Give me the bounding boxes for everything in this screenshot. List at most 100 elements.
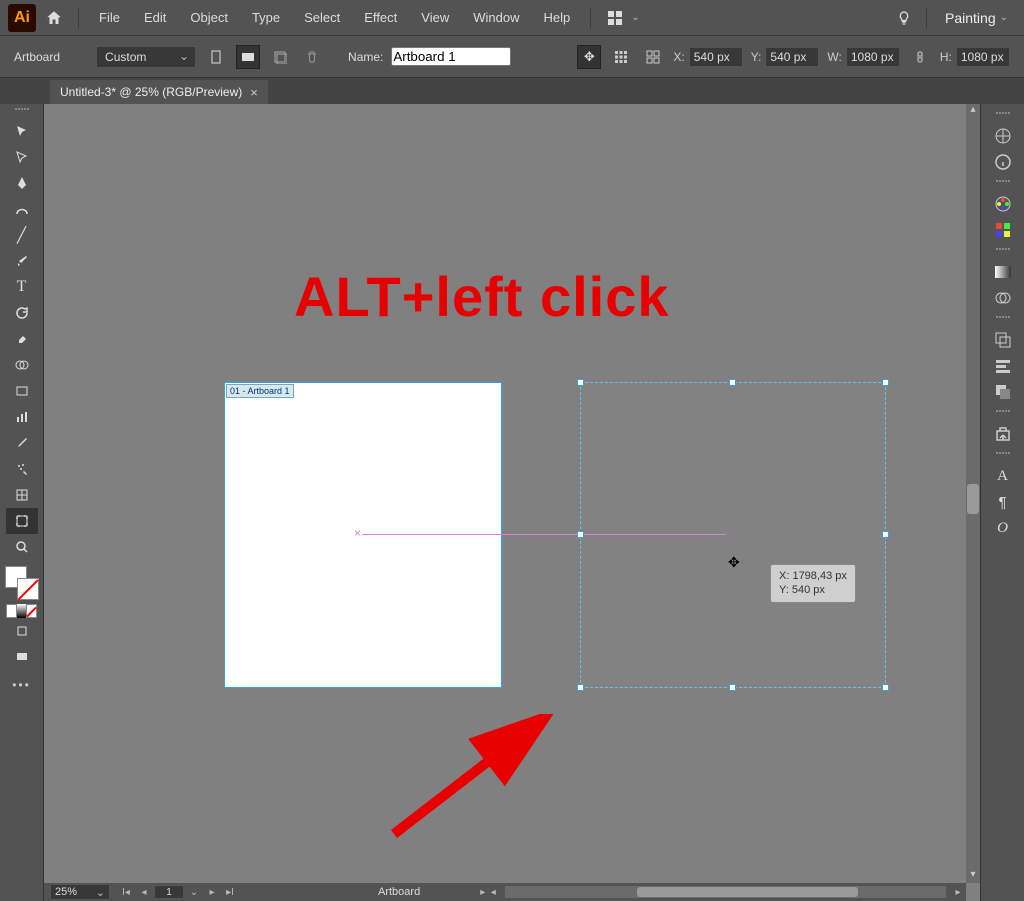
w-input[interactable] bbox=[846, 47, 900, 67]
scroll-down-icon[interactable]: ▾ bbox=[966, 869, 980, 883]
app-logo: Ai bbox=[8, 4, 36, 32]
artboard-options-icon[interactable] bbox=[641, 45, 665, 69]
menu-effect[interactable]: Effect bbox=[354, 6, 407, 29]
menu-window[interactable]: Window bbox=[463, 6, 529, 29]
zoom-tool-icon[interactable] bbox=[6, 534, 38, 560]
menu-file[interactable]: File bbox=[89, 6, 130, 29]
color-guide-panel-icon[interactable] bbox=[988, 124, 1018, 148]
edit-toolbar-icon[interactable]: ••• bbox=[12, 678, 31, 692]
workspace-switcher[interactable]: Painting ⌄ bbox=[937, 6, 1016, 30]
draw-mode-icon[interactable] bbox=[6, 618, 38, 644]
align-panel-icon[interactable] bbox=[988, 354, 1018, 378]
artboard-preset-dropdown[interactable]: Custom bbox=[96, 46, 196, 68]
selection-tool-icon[interactable] bbox=[6, 118, 38, 144]
pathfinder-panel-icon[interactable] bbox=[988, 380, 1018, 404]
chevron-down-icon: ⌄ bbox=[1000, 12, 1008, 23]
type-tool-icon[interactable]: T bbox=[6, 274, 38, 300]
name-label: Name: bbox=[348, 50, 383, 64]
tab-title: Untitled-3* @ 25% (RGB/Preview) bbox=[60, 85, 242, 99]
menu-help[interactable]: Help bbox=[533, 6, 580, 29]
eraser-tool-icon[interactable] bbox=[6, 326, 38, 352]
move-artwork-with-artboard-icon[interactable]: ✥ bbox=[577, 45, 601, 69]
screen-mode-icon[interactable] bbox=[6, 644, 38, 670]
transform-panel-icon[interactable] bbox=[988, 328, 1018, 352]
paragraph-panel-icon[interactable]: ¶ bbox=[988, 490, 1018, 514]
libraries-panel-icon[interactable] bbox=[988, 422, 1018, 446]
scroll-up-icon[interactable]: ▴ bbox=[966, 104, 980, 118]
info-panel-icon[interactable] bbox=[988, 150, 1018, 174]
annotation-text: ALT+left click bbox=[294, 264, 670, 329]
close-icon[interactable]: × bbox=[250, 85, 258, 100]
line-segment-tool-icon[interactable]: ╱ bbox=[6, 222, 38, 248]
constrain-proportions-icon[interactable] bbox=[908, 45, 932, 69]
character-panel-icon[interactable]: A bbox=[988, 464, 1018, 488]
scroll-left-icon[interactable]: ◂ bbox=[485, 885, 501, 899]
document-tab[interactable]: Untitled-3* @ 25% (RGB/Preview) × bbox=[50, 80, 268, 104]
scroll-thumb[interactable] bbox=[967, 484, 979, 514]
opentype-panel-icon[interactable]: O bbox=[988, 516, 1018, 540]
w-label: W: bbox=[827, 50, 841, 64]
stroke-swatch[interactable] bbox=[17, 578, 39, 600]
transparency-panel-icon[interactable] bbox=[988, 286, 1018, 310]
y-input[interactable] bbox=[765, 47, 819, 67]
artboard-index-input[interactable] bbox=[154, 885, 184, 899]
delete-artboard-icon[interactable] bbox=[300, 45, 324, 69]
menu-select[interactable]: Select bbox=[294, 6, 350, 29]
move-cursor-icon: ✥ bbox=[728, 554, 740, 571]
symbol-sprayer-tool-icon[interactable] bbox=[6, 456, 38, 482]
menu-type[interactable]: Type bbox=[242, 6, 290, 29]
curvature-tool-icon[interactable] bbox=[6, 196, 38, 222]
search-help-icon[interactable] bbox=[892, 6, 916, 30]
rotate-tool-icon[interactable] bbox=[6, 300, 38, 326]
tooltip-y: Y: 540 px bbox=[779, 583, 847, 597]
color-mode-icons[interactable] bbox=[6, 604, 38, 618]
color-panel-icon[interactable] bbox=[988, 192, 1018, 216]
horizontal-scrollbar[interactable] bbox=[505, 886, 946, 898]
direct-selection-tool-icon[interactable] bbox=[6, 144, 38, 170]
menu-object[interactable]: Object bbox=[180, 6, 238, 29]
x-label: X: bbox=[673, 50, 684, 64]
home-icon[interactable] bbox=[40, 4, 68, 32]
artboard-tool-icon[interactable] bbox=[6, 508, 38, 534]
document-tabs: Untitled-3* @ 25% (RGB/Preview) × bbox=[0, 78, 1024, 104]
menubar: Ai File Edit Object Type Select Effect V… bbox=[0, 0, 1024, 36]
fill-stroke-swatches[interactable] bbox=[5, 566, 39, 600]
zoom-dropdown[interactable]: 25% bbox=[50, 884, 110, 900]
y-label: Y: bbox=[751, 50, 762, 64]
slice-tool-icon[interactable] bbox=[6, 482, 38, 508]
artboard-name-input[interactable] bbox=[391, 47, 511, 66]
gradient-panel-icon[interactable] bbox=[988, 260, 1018, 284]
shape-builder-tool-icon[interactable] bbox=[6, 352, 38, 378]
prev-artboard-icon[interactable]: ◂ bbox=[136, 885, 152, 899]
canvas[interactable]: 01 - Artboard 1 ✥ X: 1798,43 px Y: 540 p… bbox=[44, 104, 980, 901]
reference-point-icon[interactable] bbox=[609, 45, 633, 69]
first-artboard-icon[interactable]: I◂ bbox=[118, 885, 134, 899]
paintbrush-tool-icon[interactable] bbox=[6, 248, 38, 274]
rectangle-tool-icon[interactable] bbox=[6, 378, 38, 404]
scroll-right-icon[interactable]: ▸ bbox=[950, 885, 966, 899]
last-artboard-icon[interactable]: ▸I bbox=[222, 885, 238, 899]
pen-tool-icon[interactable] bbox=[6, 170, 38, 196]
orientation-landscape-icon[interactable] bbox=[236, 45, 260, 69]
vertical-scrollbar[interactable]: ▴ ▾ bbox=[966, 104, 980, 883]
artboard-1[interactable]: 01 - Artboard 1 bbox=[224, 382, 502, 688]
h-input[interactable] bbox=[956, 47, 1010, 67]
new-artboard-icon[interactable] bbox=[268, 45, 292, 69]
chevron-down-icon: ⌄ bbox=[631, 12, 639, 23]
scroll-thumb[interactable] bbox=[637, 887, 857, 897]
menu-view[interactable]: View bbox=[411, 6, 459, 29]
next-artboard-icon[interactable]: ▸ bbox=[204, 885, 220, 899]
position-tooltip: X: 1798,43 px Y: 540 px bbox=[770, 564, 856, 603]
x-input[interactable] bbox=[689, 47, 743, 67]
artboard-index-chevron-icon[interactable]: ⌄ bbox=[186, 885, 202, 899]
workspace-label: Painting bbox=[945, 10, 996, 26]
right-panels: A ¶ O bbox=[980, 104, 1024, 901]
arrange-documents-icon[interactable] bbox=[601, 4, 629, 32]
swatches-panel-icon[interactable] bbox=[988, 218, 1018, 242]
annotation-arrow-icon bbox=[384, 714, 554, 844]
eyedropper-tool-icon[interactable] bbox=[6, 430, 38, 456]
orientation-portrait-icon[interactable] bbox=[204, 45, 228, 69]
menu-edit[interactable]: Edit bbox=[134, 6, 176, 29]
status-bar: 25% I◂ ◂ ⌄ ▸ ▸I Artboard ▸ ◂ ▸ bbox=[44, 883, 966, 901]
column-graph-tool-icon[interactable] bbox=[6, 404, 38, 430]
